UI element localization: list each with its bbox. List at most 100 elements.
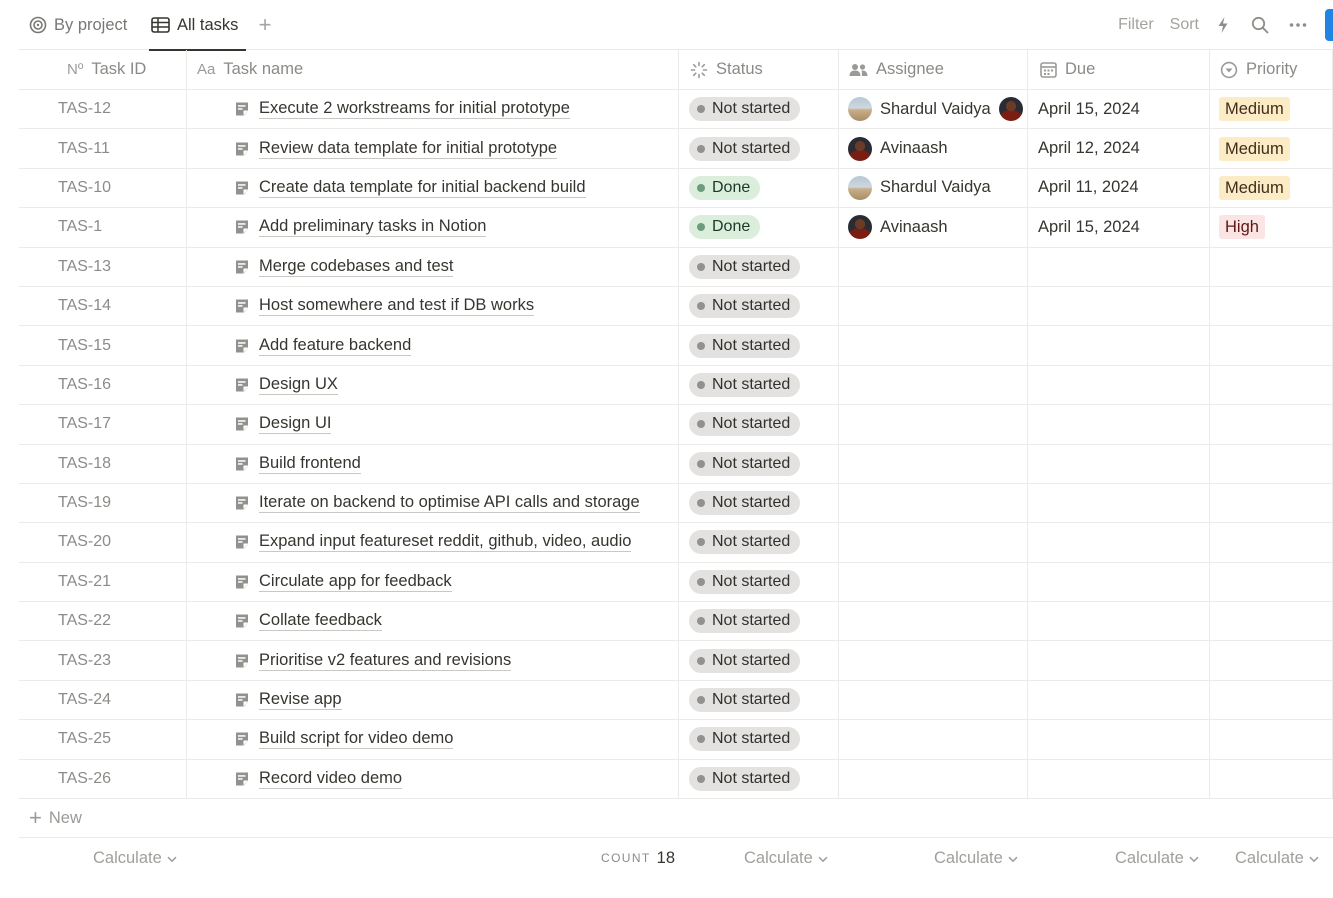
task-name-cell[interactable]: Expand input featureset reddit, github, … [187, 523, 679, 562]
task-name-cell[interactable]: Host somewhere and test if DB works [187, 286, 679, 326]
add-row-button[interactable]: + New [19, 799, 1333, 839]
priority-cell[interactable] [1210, 602, 1333, 641]
task-id-cell[interactable]: TAS-11 [19, 129, 187, 168]
task-name-cell[interactable]: Merge codebases and test [187, 247, 679, 286]
assignee-cell[interactable] [839, 680, 1028, 720]
status-cell[interactable]: Done [679, 208, 839, 247]
due-cell[interactable] [1028, 759, 1210, 799]
due-cell[interactable] [1028, 483, 1210, 523]
task-name-cell[interactable]: Add feature backend [187, 326, 679, 365]
add-view-button[interactable]: + [255, 14, 275, 36]
task-name-cell[interactable]: Prioritise v2 features and revisions [187, 641, 679, 680]
task-name-cell[interactable]: Review data template for initial prototy… [187, 129, 679, 168]
assignee-cell[interactable] [839, 405, 1028, 444]
task-name-link[interactable]: Design UI [259, 414, 332, 435]
column-header-priority[interactable]: Priority [1210, 50, 1333, 89]
task-name-link[interactable]: Add feature backend [259, 336, 412, 356]
status-cell[interactable]: Not started [679, 523, 839, 562]
calculate-priority[interactable]: Calculate [1235, 838, 1319, 878]
due-cell[interactable] [1028, 286, 1210, 326]
priority-cell[interactable] [1210, 720, 1333, 759]
ellipsis-icon[interactable] [1289, 22, 1307, 28]
status-cell[interactable]: Not started [679, 602, 839, 641]
task-id-cell[interactable]: TAS-10 [19, 168, 187, 208]
task-id-cell[interactable]: TAS-26 [19, 759, 187, 799]
assignee-cell[interactable] [839, 444, 1028, 483]
status-cell[interactable]: Not started [679, 444, 839, 483]
task-name-cell[interactable]: Collate feedback [187, 602, 679, 641]
task-name-link[interactable]: Prioritise v2 features and revisions [259, 651, 512, 671]
due-cell[interactable] [1028, 444, 1210, 483]
priority-cell[interactable] [1210, 444, 1333, 483]
due-cell[interactable]: April 11, 2024 [1028, 168, 1210, 208]
calculate-assignee[interactable]: Calculate [934, 838, 1018, 878]
due-cell[interactable] [1028, 641, 1210, 680]
status-cell[interactable]: Not started [679, 90, 839, 129]
assignee-cell[interactable] [839, 641, 1028, 680]
priority-cell[interactable] [1210, 365, 1333, 405]
status-cell[interactable]: Not started [679, 483, 839, 523]
due-cell[interactable] [1028, 365, 1210, 405]
task-name-link[interactable]: Iterate on backend to optimise API calls… [259, 493, 640, 514]
task-name-link[interactable]: Create data template for initial backend… [259, 178, 586, 198]
assignee-cell[interactable] [839, 247, 1028, 286]
status-cell[interactable]: Not started [679, 759, 839, 799]
task-name-cell[interactable]: Record video demo [187, 759, 679, 799]
status-cell[interactable]: Not started [679, 405, 839, 444]
task-name-link[interactable]: Expand input featureset reddit, github, … [259, 532, 632, 553]
status-cell[interactable]: Not started [679, 641, 839, 680]
task-name-link[interactable]: Merge codebases and test [259, 257, 454, 277]
task-id-cell[interactable]: TAS-23 [19, 641, 187, 680]
assignee-cell[interactable] [839, 365, 1028, 405]
assignee-cell[interactable]: Avinaash [839, 208, 1028, 247]
status-cell[interactable]: Done [679, 168, 839, 208]
task-name-cell[interactable]: Execute 2 workstreams for initial protot… [187, 90, 679, 129]
priority-cell[interactable] [1210, 247, 1333, 286]
task-id-cell[interactable]: TAS-16 [19, 365, 187, 405]
due-cell[interactable]: April 15, 2024 [1028, 208, 1210, 247]
calculate-status[interactable]: Calculate [744, 838, 828, 878]
task-name-cell[interactable]: Add preliminary tasks in Notion [187, 208, 679, 247]
task-name-link[interactable]: Revise app [259, 690, 342, 711]
task-id-cell[interactable]: TAS-14 [19, 286, 187, 326]
task-id-cell[interactable]: TAS-1 [19, 208, 187, 247]
task-name-cell[interactable]: Create data template for initial backend… [187, 168, 679, 208]
column-header-task-name[interactable]: Aa Task name [187, 50, 679, 89]
due-cell[interactable] [1028, 247, 1210, 286]
priority-cell[interactable]: Medium [1210, 168, 1333, 208]
due-cell[interactable] [1028, 405, 1210, 444]
due-cell[interactable] [1028, 720, 1210, 759]
priority-cell[interactable] [1210, 641, 1333, 680]
task-name-link[interactable]: Build script for video demo [259, 729, 454, 750]
column-header-assignee[interactable]: Assignee [839, 50, 1028, 89]
task-name-link[interactable]: Add preliminary tasks in Notion [259, 217, 487, 238]
priority-cell[interactable] [1210, 759, 1333, 799]
due-cell[interactable] [1028, 523, 1210, 562]
task-name-link[interactable]: Circulate app for feedback [259, 572, 452, 592]
priority-cell[interactable] [1210, 483, 1333, 523]
calculate-due[interactable]: Calculate [1115, 838, 1199, 878]
task-id-cell[interactable]: TAS-21 [19, 562, 187, 602]
task-id-cell[interactable]: TAS-24 [19, 680, 187, 720]
due-cell[interactable] [1028, 602, 1210, 641]
assignee-cell[interactable] [839, 523, 1028, 562]
priority-cell[interactable] [1210, 286, 1333, 326]
task-name-cell[interactable]: Revise app [187, 680, 679, 720]
status-cell[interactable]: Not started [679, 365, 839, 405]
task-name-link[interactable]: Review data template for initial prototy… [259, 139, 558, 159]
priority-cell[interactable]: Medium [1210, 129, 1333, 168]
assignee-cell[interactable] [839, 720, 1028, 759]
priority-cell[interactable] [1210, 405, 1333, 444]
column-header-due[interactable]: Due [1028, 50, 1210, 89]
assignee-cell[interactable] [839, 326, 1028, 365]
task-name-cell[interactable]: Circulate app for feedback [187, 562, 679, 602]
task-id-cell[interactable]: TAS-20 [19, 523, 187, 562]
task-id-cell[interactable]: TAS-17 [19, 405, 187, 444]
task-id-cell[interactable]: TAS-13 [19, 247, 187, 286]
task-name-cell[interactable]: Design UI [187, 405, 679, 444]
search-icon[interactable] [1251, 16, 1269, 34]
new-task-button[interactable] [1325, 9, 1333, 41]
assignee-cell[interactable] [839, 562, 1028, 602]
priority-cell[interactable] [1210, 680, 1333, 720]
due-cell[interactable] [1028, 680, 1210, 720]
